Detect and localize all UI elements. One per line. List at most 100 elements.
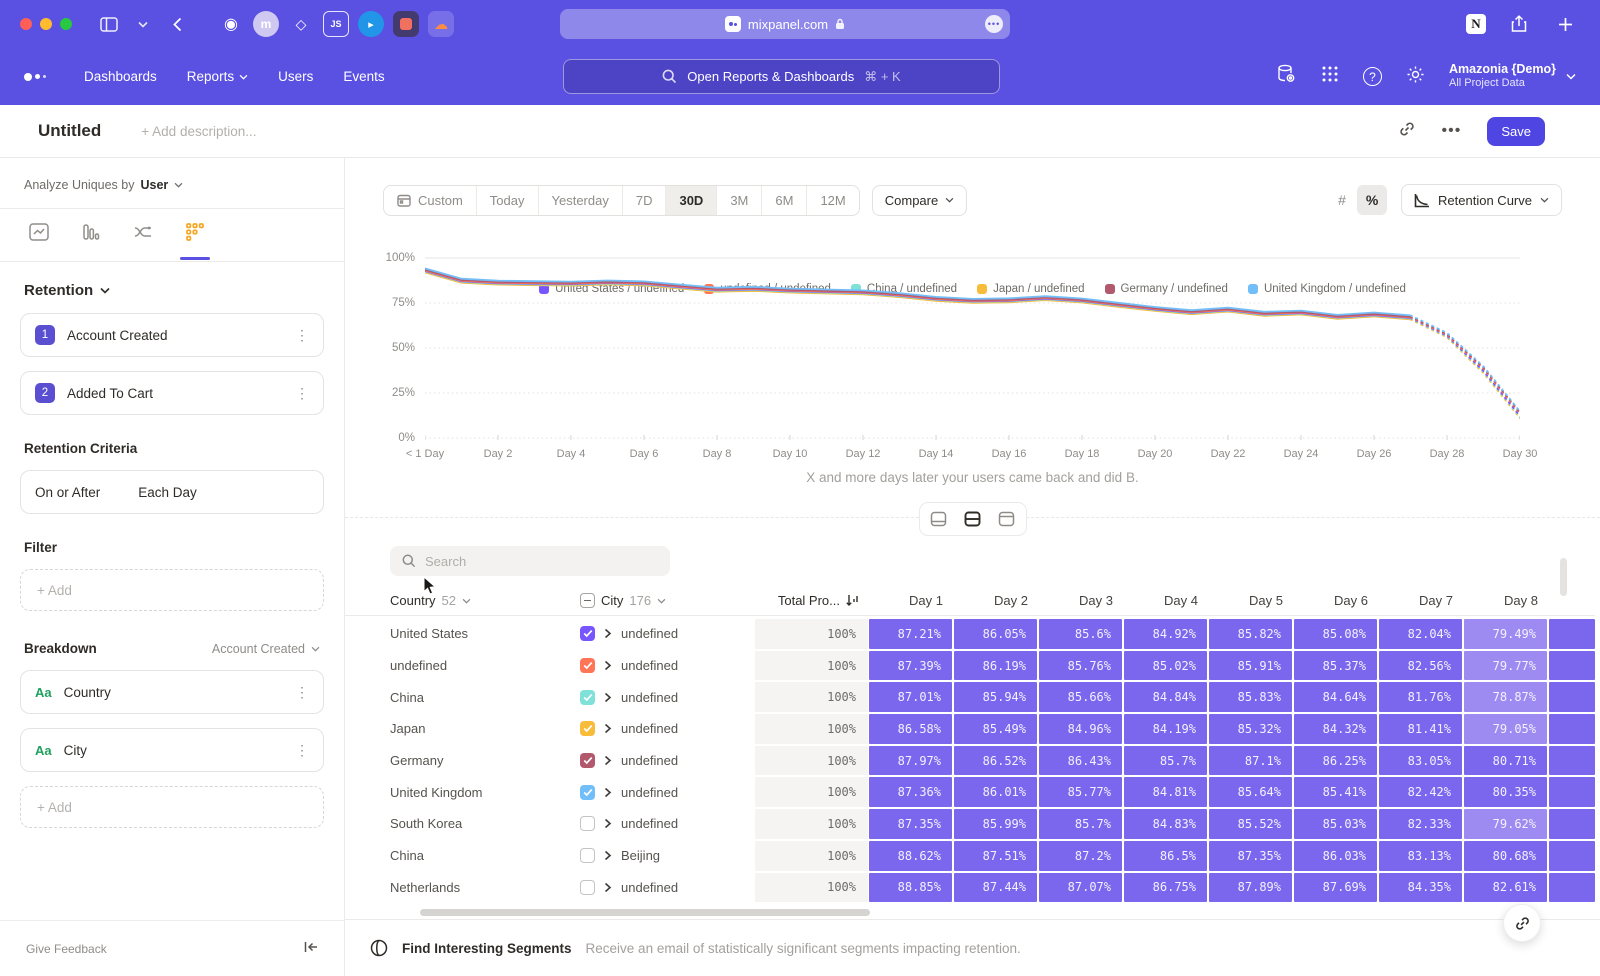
segments-title[interactable]: Find Interesting Segments [402,941,572,956]
sidebar-toggle-icon[interactable] [96,11,122,37]
apps-grid-icon[interactable] [1321,65,1339,88]
expand-row-icon[interactable] [604,692,612,703]
data-management-icon[interactable] [1276,64,1297,89]
global-search-input[interactable]: Open Reports & Dashboards ⌘ + K [563,59,1000,94]
row-checkbox[interactable] [580,721,595,736]
help-icon[interactable]: ? [1363,67,1382,86]
row-checkbox[interactable] [580,753,595,768]
browser-js-icon[interactable]: JS [323,11,349,37]
retention-step-card[interactable]: 1Account Created⋮ [20,313,324,357]
back-icon[interactable] [164,11,190,37]
browser-record-app-icon[interactable] [393,11,419,37]
day-column-header[interactable]: Day 6 [1293,593,1378,608]
expand-row-icon[interactable] [604,628,612,639]
notion-extension-icon[interactable]: N [1466,14,1486,34]
row-checkbox[interactable] [580,848,595,863]
extension-icon[interactable]: ••• [985,15,1003,33]
day-column-header[interactable]: Day 8 [1463,593,1548,608]
day-column-header[interactable]: Day 2 [953,593,1038,608]
city-column-header[interactable]: City176 [580,593,755,608]
chevron-down-icon[interactable] [136,11,150,37]
report-title[interactable]: Untitled [38,121,101,141]
retention-step-card[interactable]: 2Added To Cart⋮ [20,371,324,415]
sidebar-tab-flows-icon[interactable] [128,221,158,261]
row-checkbox[interactable] [580,785,595,800]
minimize-window-icon[interactable] [40,18,52,30]
browser-cloud-app-icon[interactable]: ☁ [428,11,454,37]
horizontal-scrollbar[interactable] [420,909,870,916]
sidebar-tab-insights-icon[interactable] [24,221,54,261]
table-only-view-icon[interactable] [990,505,1024,533]
browser-target-icon[interactable]: ◉ [218,11,244,37]
give-feedback-link[interactable]: Give Feedback [26,942,107,956]
chart-type-selector[interactable]: Retention Curve [1401,184,1562,216]
day-column-header[interactable]: Day 7 [1378,593,1463,608]
table-search-input[interactable]: Search [390,546,670,576]
criteria-condition[interactable]: On or After [35,485,100,500]
date-range-12m[interactable]: 12M [806,186,858,215]
breakdown-card-city[interactable]: AaCity⋮ [20,728,324,772]
expand-row-icon[interactable] [604,882,612,893]
date-range-7d[interactable]: 7D [622,186,666,215]
expand-row-icon[interactable] [604,818,612,829]
browser-bird-app-icon[interactable]: ▸ [358,11,384,37]
split-view-icon[interactable] [956,505,990,533]
kebab-menu-icon[interactable]: ⋮ [295,327,309,344]
copy-link-icon[interactable] [1398,120,1416,143]
filter-add-button[interactable]: + Add [20,569,324,611]
address-bar[interactable]: mixpanel.com ••• [560,9,1010,39]
kebab-menu-icon[interactable]: ⋮ [295,742,309,759]
day-column-header[interactable]: Day 5 [1208,593,1293,608]
row-checkbox[interactable] [580,816,595,831]
save-button[interactable]: Save [1487,117,1545,146]
project-switcher[interactable]: Amazonia {Demo} All Project Data [1449,62,1576,91]
day-column-header[interactable]: Day 1 [868,593,953,608]
row-checkbox[interactable] [580,626,595,641]
row-checkbox[interactable] [580,880,595,895]
date-range-yesterday[interactable]: Yesterday [538,186,622,215]
breakdown-card-country[interactable]: AaCountry⋮ [20,670,324,714]
settings-gear-icon[interactable] [1406,65,1425,89]
compare-button[interactable]: Compare [872,185,967,216]
criteria-interval[interactable]: Each Day [138,485,197,500]
kebab-menu-icon[interactable]: ⋮ [295,385,309,402]
breakdown-add-button[interactable]: + Add [20,786,324,828]
absolute-values-toggle[interactable]: # [1327,185,1357,215]
expand-row-icon[interactable] [604,850,612,861]
zoom-window-icon[interactable] [60,18,72,30]
breakdown-event-selector[interactable]: Account Created [212,642,320,656]
analyze-value[interactable]: User [140,178,168,192]
total-column-header[interactable]: Total Pro... [755,593,868,608]
browser-cube-icon[interactable]: ◇ [288,11,314,37]
nav-item-dashboards[interactable]: Dashboards [84,69,157,84]
sidebar-tab-funnels-icon[interactable] [76,221,106,261]
day-column-header[interactable]: Day 4 [1123,593,1208,608]
date-range-3m[interactable]: 3M [716,186,761,215]
day-column-header[interactable]: Day 3 [1038,593,1123,608]
nav-item-events[interactable]: Events [343,69,384,84]
retention-criteria-card[interactable]: On or After Each Day [20,470,324,514]
browser-m-app-icon[interactable]: m [253,11,279,37]
vertical-scrollbar[interactable] [1560,558,1567,596]
share-icon[interactable] [1506,11,1532,37]
date-range-6m[interactable]: 6M [761,186,806,215]
more-options-button[interactable]: ••• [1442,122,1462,140]
expand-row-icon[interactable] [604,755,612,766]
mixpanel-logo[interactable] [24,73,46,81]
date-range-custom[interactable]: Custom [384,186,476,215]
date-range-30d[interactable]: 30D [665,186,716,215]
new-tab-icon[interactable] [1552,11,1578,37]
expand-row-icon[interactable] [604,660,612,671]
row-checkbox[interactable] [580,690,595,705]
kebab-menu-icon[interactable]: ⋮ [295,684,309,701]
select-all-checkbox[interactable] [580,593,595,608]
close-window-icon[interactable] [20,18,32,30]
expand-row-icon[interactable] [604,723,612,734]
add-description[interactable]: + Add description... [141,124,1397,139]
nav-item-users[interactable]: Users [278,69,313,84]
retention-section-title[interactable]: Retention [24,282,320,299]
date-range-today[interactable]: Today [476,186,538,215]
share-link-fab[interactable] [1503,904,1541,942]
country-column-header[interactable]: Country52 [345,593,580,608]
percent-values-toggle[interactable]: % [1357,185,1387,215]
